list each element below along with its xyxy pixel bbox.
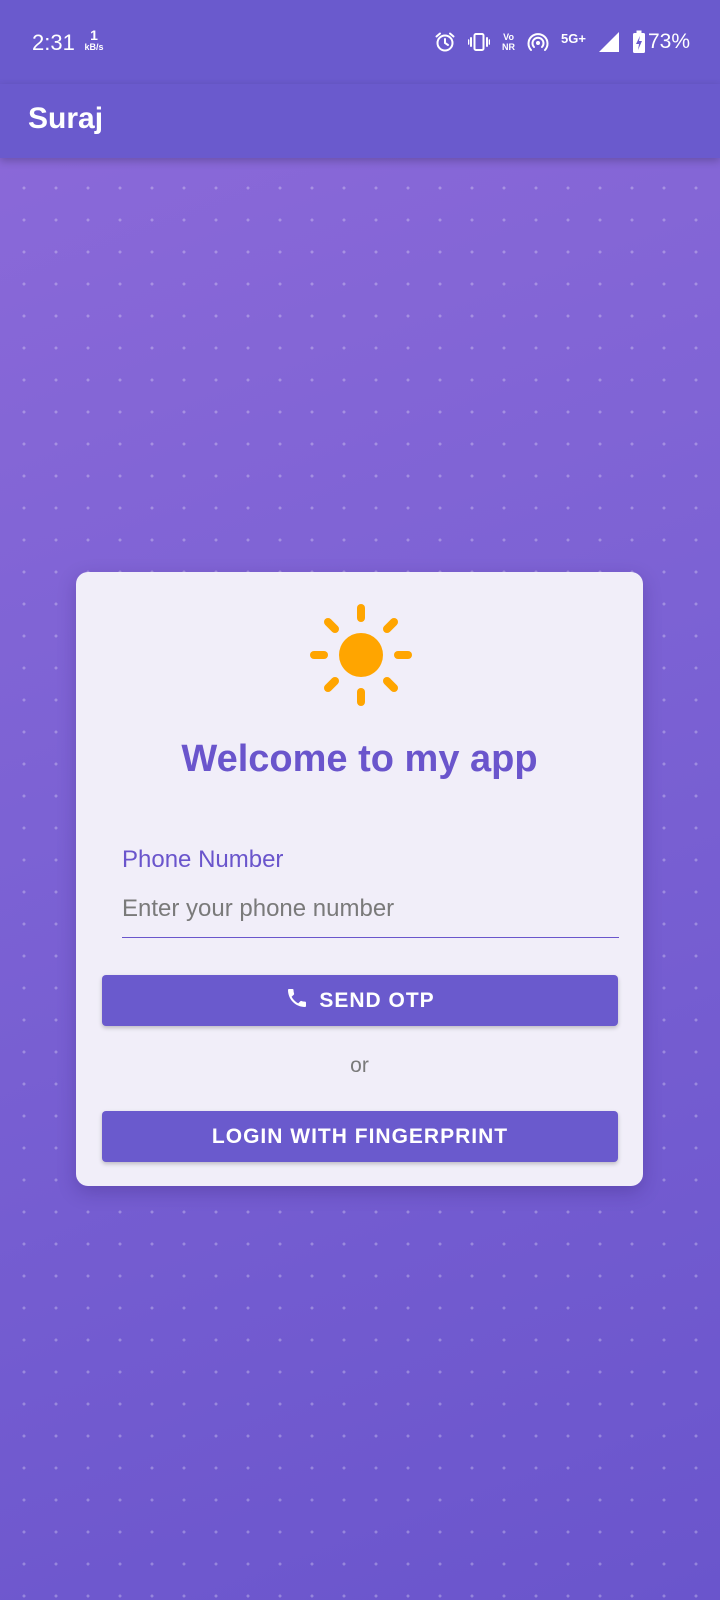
hotspot-icon [527,31,549,53]
app-title: Suraj [28,102,104,135]
send-otp-button[interactable]: SEND OTP [102,975,618,1026]
vonr-nr-label: NR [502,42,516,52]
vonr-icon: Vo NR [502,32,515,52]
vibrate-icon [468,31,491,53]
or-separator: or [350,1054,369,1077]
battery-indicator: 73% [632,30,690,54]
battery-percent: 73% [647,30,690,53]
network-speed: 1 kB/s [81,28,107,52]
sun-icon [310,604,412,706]
status-icons: Vo NR 5G+ 73% [434,26,690,58]
network-speed-value: 1 [90,27,98,43]
status-time: 2:31 [32,30,75,55]
app-bar: Suraj [0,84,720,158]
network-speed-unit: kB/s [84,42,104,52]
phone-number-input[interactable] [122,890,619,938]
alarm-icon [434,31,456,53]
login-with-fingerprint-button[interactable]: LOGIN WITH FINGERPRINT [102,1111,618,1162]
battery-charging-icon [632,30,646,54]
phone-icon [285,986,309,1016]
vonr-vo-label: Vo [503,32,514,42]
send-otp-label: SEND OTP [319,988,435,1012]
login-card: Welcome to my app Phone Number SEND OTP … [76,572,643,1186]
signal-icon [598,31,620,53]
fingerprint-button-label: LOGIN WITH FINGERPRINT [211,1124,509,1148]
phone-number-label: Phone Number [122,846,284,873]
status-bar: 2:31 1 kB/s Vo NR 5G+ 73% [0,0,720,84]
welcome-heading: Welcome to my app [181,738,538,780]
5g-plus-icon: 5G+ [561,30,586,46]
